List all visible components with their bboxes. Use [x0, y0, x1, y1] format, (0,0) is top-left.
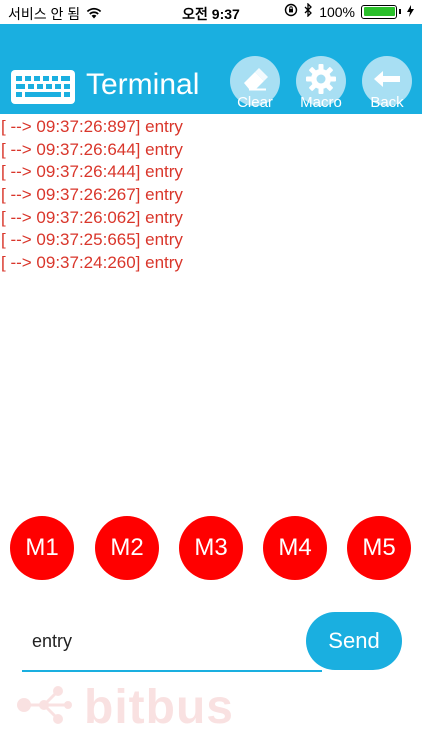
macro-button-m4[interactable]: M4 [263, 516, 327, 580]
logo-text: bitbus [84, 681, 234, 734]
bluetooth-icon [304, 2, 313, 20]
send-button[interactable]: Send [306, 612, 402, 670]
battery-icon [361, 4, 397, 19]
macro-button-m2[interactable]: M2 [95, 516, 159, 580]
status-bar-right: 100% [284, 2, 414, 20]
battery-fill [363, 7, 395, 16]
clear-button[interactable]: Clear [226, 56, 284, 116]
macro-button-m5[interactable]: M5 [347, 516, 411, 580]
charging-icon [407, 4, 414, 20]
network-nodes-icon [14, 683, 76, 732]
terminal-log: [ --> 09:37:26:897] entry [ --> 09:37:26… [0, 116, 422, 275]
battery-tip [399, 9, 401, 14]
battery-percent: 100% [319, 3, 355, 20]
bitbus-logo: bitbus [14, 680, 234, 735]
back-button[interactable]: Back [358, 56, 416, 116]
macro-settings-button[interactable]: Macro [292, 56, 350, 116]
log-line: [ --> 09:37:26:444] entry [1, 162, 183, 182]
keyboard-icon [11, 70, 75, 109]
command-input-container [22, 612, 322, 672]
macro-button-m1[interactable]: M1 [10, 516, 74, 580]
log-line: [ --> 09:37:24:260] entry [1, 253, 183, 273]
arrow-left-icon [372, 69, 402, 94]
command-input[interactable] [22, 612, 314, 670]
log-line: [ --> 09:37:26:644] entry [1, 139, 183, 159]
page-title: Terminal [86, 68, 200, 101]
log-line: [ --> 09:37:26:897] entry [1, 117, 183, 136]
log-line: [ --> 09:37:26:267] entry [1, 185, 183, 205]
macro-button-m3[interactable]: M3 [179, 516, 243, 580]
status-bar: 서비스 안 됨 오전 9:37 100% [0, 0, 422, 24]
app-header: Terminal Clear Macro Back [0, 24, 422, 114]
back-button-label: Back [370, 94, 404, 111]
log-line: [ --> 09:37:25:665] entry [1, 230, 183, 250]
orientation-lock-icon [284, 3, 298, 20]
log-line: [ --> 09:37:26:062] entry [1, 207, 183, 227]
